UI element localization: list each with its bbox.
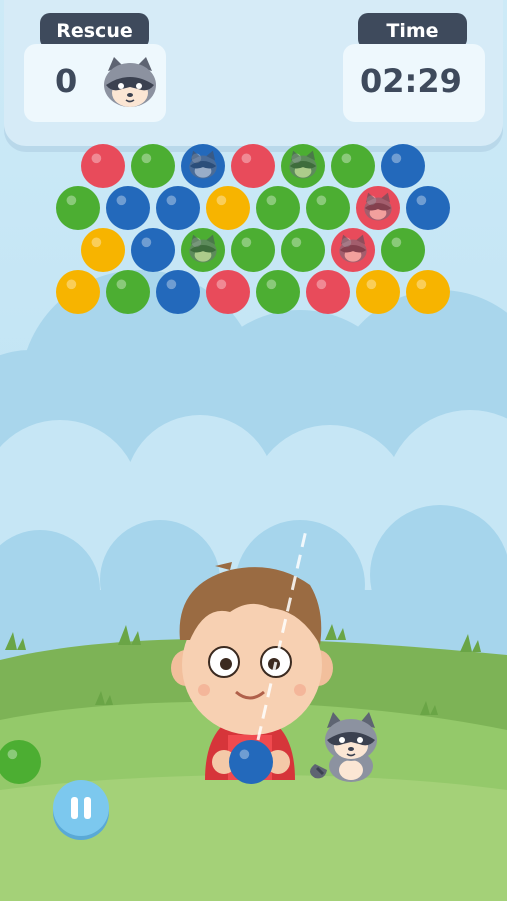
pause-icon	[71, 797, 91, 819]
pause-button[interactable]	[53, 780, 109, 836]
player-character	[171, 529, 333, 780]
game-stage[interactable]: Rescue 0 Time 02:29	[0, 0, 507, 901]
raccoon-companion	[310, 712, 377, 782]
